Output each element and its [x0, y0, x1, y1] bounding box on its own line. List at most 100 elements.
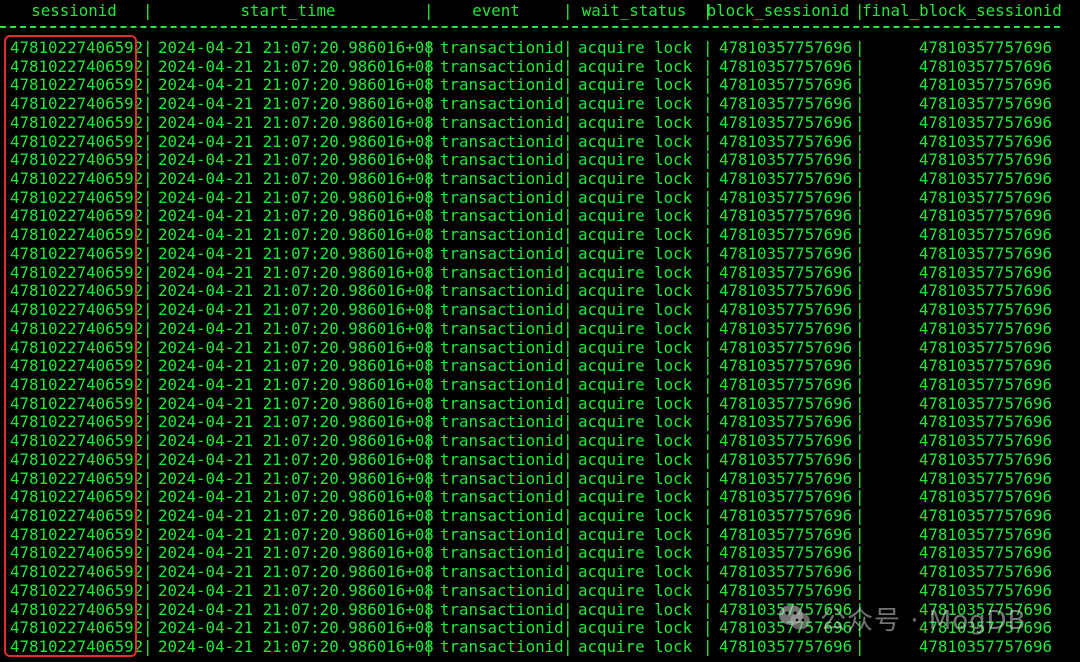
cell-wait-status: acquire lock: [578, 599, 693, 619]
column-separator: |: [855, 562, 865, 582]
cell-start-time: 2024-04-21 21:07:20.986016+08: [158, 543, 434, 563]
column-separator: |: [563, 243, 573, 263]
column-separator: |: [424, 112, 434, 132]
column-separator: |: [424, 393, 434, 413]
cell-start-time: 2024-04-21 21:07:20.986016+08: [158, 487, 434, 507]
cell-final-block-sessionid: 47810357757696: [918, 112, 1052, 132]
column-separator: |: [424, 506, 434, 525]
column-separator: |: [703, 300, 713, 320]
cell-event: transactionid: [440, 243, 564, 263]
table-row: 47810227406592 | 2024-04-21 21:07:20.98601…: [0, 318, 1080, 339]
cell-wait-status: acquire lock: [578, 318, 693, 338]
column-separator: |: [143, 599, 153, 619]
column-separator: |: [703, 337, 713, 357]
cell-event: transactionid: [440, 543, 564, 563]
cell-wait-status: acquire lock: [578, 94, 693, 114]
column-separator: |: [424, 468, 434, 488]
column-separator: |: [855, 75, 865, 95]
column-separator: |: [424, 243, 434, 263]
cell-wait-status: acquire lock: [578, 468, 693, 488]
cell-wait-status: acquire lock: [578, 506, 693, 525]
table-row: 47810227406592 | 2024-04-21 21:07:20.98601…: [0, 562, 1080, 582]
column-separator: |: [703, 187, 713, 207]
column-separator: |: [424, 374, 434, 394]
column-separator: |: [143, 580, 153, 600]
cell-wait-status: acquire lock: [578, 487, 693, 507]
cell-event: transactionid: [440, 468, 564, 488]
column-separator: |: [143, 487, 153, 507]
column-separator: |: [143, 337, 153, 357]
column-separator: |: [424, 337, 434, 357]
cell-start-time: 2024-04-21 21:07:20.986016+08: [158, 38, 434, 57]
column-separator: |: [855, 281, 865, 301]
column-separator: |: [703, 225, 713, 245]
cell-block-sessionid: 47810357757696: [719, 131, 853, 151]
cell-final-block-sessionid: 47810357757696: [918, 38, 1052, 57]
cell-final-block-sessionid: 47810357757696: [918, 281, 1052, 301]
column-separator: |: [855, 187, 865, 207]
cell-final-block-sessionid: 47810357757696: [918, 524, 1052, 544]
column-separator: |: [703, 374, 713, 394]
cell-final-block-sessionid: 47810357757696: [918, 337, 1052, 357]
column-separator: |: [855, 487, 865, 507]
cell-start-time: 2024-04-21 21:07:20.986016+08: [158, 562, 434, 582]
column-header-start-time: start_time: [240, 1, 336, 20]
cell-wait-status: acquire lock: [578, 243, 693, 263]
column-separator: |: [703, 150, 713, 170]
table-row: 47810227406592 | 2024-04-21 21:07:20.98601…: [0, 151, 1080, 170]
cell-final-block-sessionid: 47810357757696: [918, 580, 1052, 600]
column-separator: |: [703, 56, 713, 76]
column-separator: |: [424, 300, 434, 320]
cell-start-time: 2024-04-21 21:07:20.986016+08: [158, 580, 434, 600]
cell-wait-status: acquire lock: [578, 131, 693, 151]
table-row: 47810227406592 | 2024-04-21 21:07:20.98601…: [0, 488, 1080, 507]
cell-block-sessionid: 47810357757696: [719, 206, 853, 226]
cell-wait-status: acquire lock: [578, 431, 693, 451]
cell-event: transactionid: [440, 38, 564, 57]
table-header: sessionid | start_time | event | wait_st…: [0, 1, 1080, 21]
column-separator: |: [703, 468, 713, 488]
cell-wait-status: acquire lock: [578, 356, 693, 376]
column-separator: |: [563, 150, 573, 170]
table-row: 47810227406592 | 2024-04-21 21:07:20.98601…: [0, 637, 1080, 657]
cell-start-time: 2024-04-21 21:07:20.986016+08: [158, 94, 434, 114]
cell-block-sessionid: 47810357757696: [719, 300, 853, 320]
column-separator: |: [703, 524, 713, 544]
column-separator: |: [703, 112, 713, 132]
column-separator: |: [424, 318, 434, 338]
column-separator: |: [703, 131, 713, 151]
cell-event: transactionid: [440, 112, 564, 132]
cell-event: transactionid: [440, 562, 564, 582]
cell-final-block-sessionid: 47810357757696: [918, 131, 1052, 151]
column-separator: |: [855, 374, 865, 394]
column-separator: |: [143, 618, 153, 638]
cell-wait-status: acquire lock: [578, 225, 693, 245]
cell-wait-status: acquire lock: [578, 393, 693, 413]
column-separator: |: [855, 225, 865, 245]
table-row: 47810227406592 | 2024-04-21 21:07:20.98601…: [0, 131, 1080, 152]
cell-event: transactionid: [440, 356, 564, 376]
cell-final-block-sessionid: 47810357757696: [918, 262, 1052, 282]
cell-start-time: 2024-04-21 21:07:20.986016+08: [158, 112, 434, 132]
cell-block-sessionid: 47810357757696: [719, 38, 853, 57]
column-separator: |: [703, 580, 713, 600]
cell-event: transactionid: [440, 281, 564, 301]
column-separator: |: [563, 225, 573, 245]
cell-event: transactionid: [440, 206, 564, 226]
column-separator: |: [143, 506, 153, 525]
cell-event: transactionid: [440, 131, 564, 151]
cell-final-block-sessionid: 47810357757696: [918, 487, 1052, 507]
cell-wait-status: acquire lock: [578, 449, 693, 469]
column-separator: |: [424, 449, 434, 469]
cell-final-block-sessionid: 47810357757696: [918, 300, 1052, 320]
cell-wait-status: acquire lock: [578, 281, 693, 301]
column-separator: |: [143, 468, 153, 488]
cell-block-sessionid: 47810357757696: [719, 431, 853, 451]
watermark: 公众号 · MogDB: [778, 600, 1027, 636]
cell-wait-status: acquire lock: [578, 56, 693, 76]
column-separator: |: [424, 75, 434, 95]
cell-start-time: 2024-04-21 21:07:20.986016+08: [158, 300, 434, 320]
cell-start-time: 2024-04-21 21:07:20.986016+08: [158, 75, 434, 95]
column-separator: |: [855, 431, 865, 451]
table-row: 47810227406592 | 2024-04-21 21:07:20.98601…: [0, 337, 1080, 358]
